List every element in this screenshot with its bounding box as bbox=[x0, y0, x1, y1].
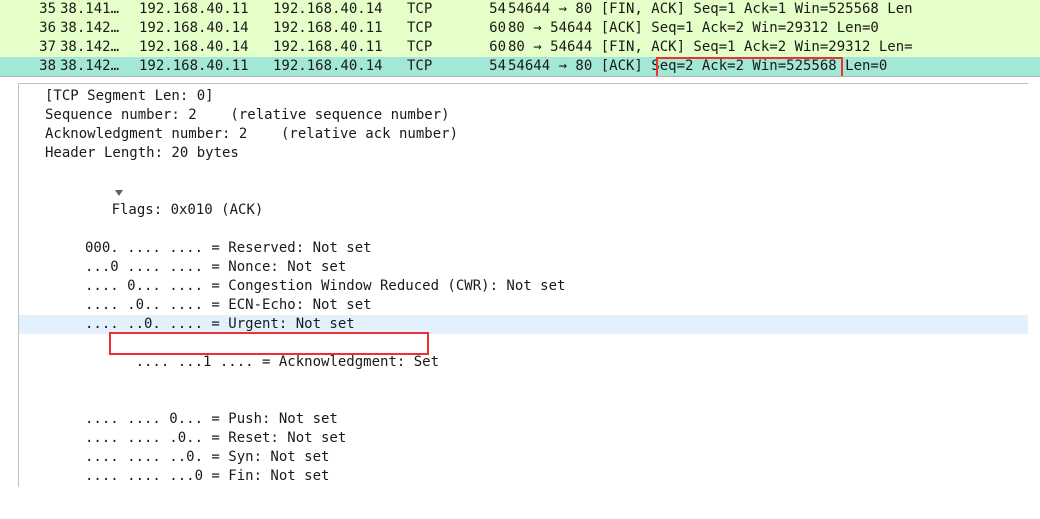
packet-detail-panel[interactable]: [TCP Segment Len: 0] Sequence number: 2 … bbox=[0, 77, 1040, 487]
col-dst: 192.168.40.14 bbox=[269, 57, 403, 76]
col-no: 35 bbox=[28, 0, 56, 19]
detail-line-ack[interactable]: .... ...1 .... = Acknowledgment: Set bbox=[19, 334, 1028, 410]
detail-line[interactable]: Acknowledgment number: 2 (relative ack n… bbox=[19, 125, 1028, 144]
col-proto: TCP bbox=[403, 57, 462, 76]
col-src: 192.168.40.11 bbox=[135, 57, 269, 76]
packet-list[interactable]: 35 38.141… 192.168.40.11 192.168.40.14 T… bbox=[0, 0, 1040, 77]
packet-row[interactable]: 36 38.142… 192.168.40.14 192.168.40.11 T… bbox=[0, 19, 1040, 38]
col-info: 54644 → 80 [FIN, ACK] Seq=1 Ack=1 Win=52… bbox=[506, 0, 1040, 19]
col-len: 60 bbox=[462, 19, 506, 38]
col-src: 192.168.40.14 bbox=[135, 19, 269, 38]
direction-icon bbox=[0, 19, 26, 38]
col-time: 38.141… bbox=[56, 0, 135, 19]
col-len: 54 bbox=[462, 0, 506, 19]
col-dst: 192.168.40.11 bbox=[269, 19, 403, 38]
col-info: 80 → 54644 [ACK] Seq=1 Ack=2 Win=29312 L… bbox=[506, 19, 1040, 38]
col-proto: TCP bbox=[403, 0, 462, 19]
direction-icon bbox=[0, 0, 26, 19]
detail-flags-text: Flags: 0x010 (ACK) bbox=[112, 202, 264, 218]
direction-icon bbox=[0, 57, 26, 76]
col-src: 192.168.40.11 bbox=[135, 0, 269, 19]
detail-line[interactable]: .... .0.. .... = ECN-Echo: Not set bbox=[19, 296, 1028, 315]
detail-line[interactable]: .... ..0. .... = Urgent: Not set bbox=[19, 315, 1028, 334]
col-dst: 192.168.40.14 bbox=[269, 0, 403, 19]
col-no: 36 bbox=[28, 19, 56, 38]
highlight-box-icon bbox=[109, 332, 429, 355]
col-src: 192.168.40.14 bbox=[135, 38, 269, 57]
packet-row[interactable]: 37 38.142… 192.168.40.14 192.168.40.11 T… bbox=[0, 38, 1040, 57]
detail-line[interactable]: .... .... 0... = Push: Not set bbox=[19, 410, 1028, 429]
detail-line[interactable]: .... .... ...0 = Fin: Not set bbox=[19, 467, 1028, 486]
detail-line[interactable]: .... .... .0.. = Reset: Not set bbox=[19, 429, 1028, 448]
direction-icon bbox=[0, 38, 26, 57]
detail-line[interactable]: 000. .... .... = Reserved: Not set bbox=[19, 239, 1028, 258]
col-time: 38.142… bbox=[56, 19, 135, 38]
detail-flags-header[interactable]: Flags: 0x010 (ACK) bbox=[19, 163, 1028, 239]
col-proto: TCP bbox=[403, 38, 462, 57]
col-time: 38.142… bbox=[56, 38, 135, 57]
col-no: 38 bbox=[28, 57, 56, 76]
col-no: 37 bbox=[28, 38, 56, 57]
packet-row[interactable]: 35 38.141… 192.168.40.11 192.168.40.14 T… bbox=[0, 0, 1040, 19]
detail-line[interactable]: Header Length: 20 bytes bbox=[19, 144, 1028, 163]
detail-line[interactable]: [TCP Segment Len: 0] bbox=[19, 87, 1028, 106]
detail-line[interactable]: [TCP Flags: ·······A····] bbox=[19, 486, 1028, 487]
detail-line[interactable]: Sequence number: 2 (relative sequence nu… bbox=[19, 106, 1028, 125]
detail-ack-text: .... ...1 .... = Acknowledgment: Set bbox=[136, 354, 439, 370]
col-time: 38.142… bbox=[56, 57, 135, 76]
col-len: 54 bbox=[462, 57, 506, 76]
packet-row-selected[interactable]: 38 38.142… 192.168.40.11 192.168.40.14 T… bbox=[0, 57, 1040, 76]
chevron-down-icon bbox=[47, 166, 57, 176]
col-proto: TCP bbox=[403, 19, 462, 38]
col-info: 80 → 54644 [FIN, ACK] Seq=1 Ack=2 Win=29… bbox=[506, 38, 1040, 57]
detail-line[interactable]: ...0 .... .... = Nonce: Not set bbox=[19, 258, 1028, 277]
col-dst: 192.168.40.11 bbox=[269, 38, 403, 57]
detail-line[interactable]: .... .... ..0. = Syn: Not set bbox=[19, 448, 1028, 467]
detail-line[interactable]: .... 0... .... = Congestion Window Reduc… bbox=[19, 277, 1028, 296]
col-len: 60 bbox=[462, 38, 506, 57]
col-info: 54644 → 80 [ACK] Seq=2 Ack=2 Win=525568 … bbox=[506, 57, 1040, 76]
